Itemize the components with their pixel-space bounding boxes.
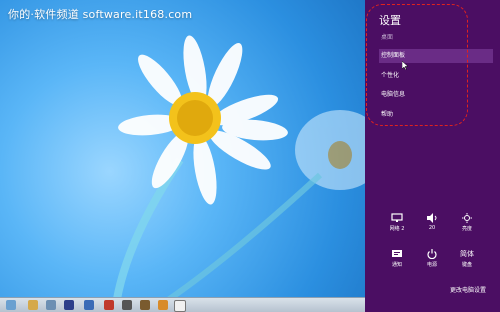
app-icon[interactable] (158, 300, 168, 310)
app-icon[interactable] (84, 300, 94, 310)
power-label: 电源 (426, 262, 437, 268)
app-icon[interactable] (64, 300, 74, 310)
daisy-wallpaper (111, 35, 365, 312)
network-icon (385, 213, 409, 223)
volume-tile[interactable]: 20 (420, 213, 444, 231)
network-label: 网络 2 (389, 226, 405, 232)
highlight-annotation (366, 4, 468, 126)
notifications-icon (385, 249, 409, 259)
power-icon (420, 249, 444, 259)
volume-label: 20 (428, 225, 436, 231)
app-icon[interactable] (122, 300, 132, 310)
notifications-tile[interactable]: 通知 (385, 249, 409, 268)
brightness-label: 亮度 (461, 226, 472, 232)
keyboard-label: 键盘 (461, 262, 472, 268)
start-icon[interactable] (6, 300, 16, 310)
app-icon[interactable] (104, 300, 114, 310)
keyboard-tile[interactable]: 简体 键盘 (455, 249, 479, 268)
brightness-icon (455, 213, 479, 223)
change-pc-settings-link[interactable]: 更改电脑设置 (450, 285, 486, 294)
brightness-tile[interactable]: 亮度 (455, 213, 479, 232)
volume-icon (420, 213, 444, 223)
app-icon[interactable] (174, 300, 186, 312)
desktop: 你的·软件频道 software.it168.com (0, 0, 365, 312)
watermark-text: 你的·软件频道 software.it168.com (8, 8, 193, 21)
notifications-label: 通知 (391, 262, 402, 268)
power-tile[interactable]: 电源 (420, 249, 444, 268)
app-icon[interactable] (140, 300, 150, 310)
network-tile[interactable]: 网络 2 (385, 213, 409, 232)
keyboard-icon: 简体 (460, 250, 474, 258)
folder-icon[interactable] (46, 300, 56, 310)
taskbar (0, 297, 365, 312)
explorer-icon[interactable] (28, 300, 38, 310)
